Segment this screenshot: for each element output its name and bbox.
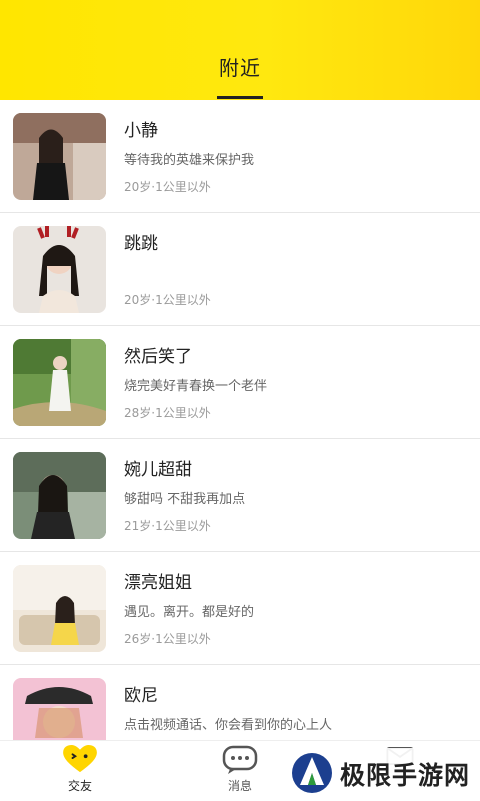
tab-friends-label: 交友 — [67, 779, 92, 793]
user-name: 跳跳 — [124, 234, 158, 254]
user-bio: 点击视频通话、你会看到你的心上人 — [124, 718, 333, 733]
watermark-logo-icon — [292, 753, 332, 793]
user-avatar[interactable] — [13, 339, 106, 426]
tab-messages-label: 消息 — [227, 779, 252, 793]
user-meta: 26岁·1公里以外 — [124, 632, 211, 646]
user-meta: 21岁·1公里以外 — [124, 519, 211, 533]
watermark-text: 极限手游网 — [340, 761, 471, 790]
user-list-item[interactable]: 婉儿超甜 够甜吗 不甜我再加点 21岁·1公里以外 — [0, 439, 480, 552]
user-list: 小静 等待我的英雄来保护我 20岁·1公里以外 跳跳 20岁·1公里以外 然后笑… — [0, 100, 480, 778]
tab-nearby[interactable]: 附近 — [0, 52, 480, 81]
tab-indicator — [217, 96, 263, 99]
chat-bubble-icon — [222, 745, 258, 774]
user-bio: 遇见。离开。都是好的 — [124, 605, 255, 620]
user-bio: 烧完美好青春换一个老伴 — [124, 379, 268, 394]
user-name: 婉儿超甜 — [124, 460, 192, 480]
tab-friends[interactable]: 交友 — [40, 741, 120, 801]
user-list-item[interactable]: 跳跳 20岁·1公里以外 — [0, 213, 480, 326]
user-list-item[interactable]: 小静 等待我的英雄来保护我 20岁·1公里以外 — [0, 100, 480, 213]
top-header: 附近 — [0, 0, 480, 100]
user-avatar[interactable] — [13, 226, 106, 313]
user-avatar[interactable] — [13, 452, 106, 539]
user-name: 小静 — [124, 121, 158, 141]
user-name: 欧尼 — [124, 686, 158, 706]
heart-face-icon — [63, 744, 97, 773]
user-name: 然后笑了 — [124, 347, 192, 367]
user-list-item[interactable]: 漂亮姐姐 遇见。离开。都是好的 26岁·1公里以外 — [0, 552, 480, 665]
user-bio: 等待我的英雄来保护我 — [124, 153, 255, 168]
user-avatar[interactable] — [13, 113, 106, 200]
user-meta: 20岁·1公里以外 — [124, 293, 211, 307]
user-meta: 28岁·1公里以外 — [124, 406, 211, 420]
tab-messages[interactable]: 消息 — [200, 741, 280, 801]
user-name: 漂亮姐姐 — [124, 573, 192, 593]
user-avatar[interactable] — [13, 565, 106, 652]
user-bio: 够甜吗 不甜我再加点 — [124, 492, 246, 507]
user-meta: 20岁·1公里以外 — [124, 180, 211, 194]
user-list-item[interactable]: 然后笑了 烧完美好青春换一个老伴 28岁·1公里以外 — [0, 326, 480, 439]
watermark: 极限手游网 — [288, 748, 480, 798]
